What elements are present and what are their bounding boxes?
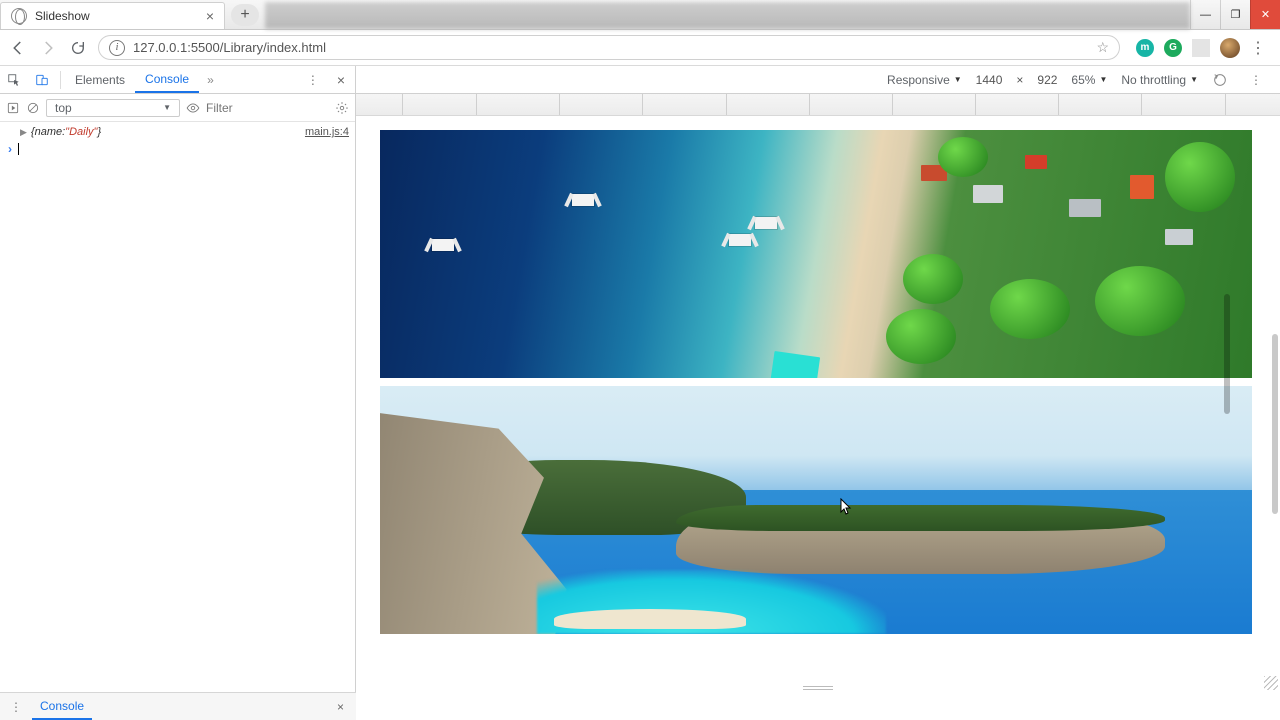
device-select[interactable]: Responsive ▼ [887,73,962,87]
window-titlebar: Slideshow × + — ❐ ✕ [0,0,1280,30]
tabs-overflow-icon[interactable]: » [199,73,222,87]
caret-down-icon: ▼ [954,75,962,84]
console-output[interactable]: ▶ {name: "Daily" } main.js:4 › [0,122,355,692]
drawer-menu-icon[interactable]: ⋮ [0,700,32,714]
play-icon[interactable] [6,101,20,115]
drawer-close-icon[interactable]: × [325,700,356,714]
console-toolbar: top ▼ [0,94,355,122]
console-prompt[interactable]: › [6,142,349,156]
extension-icon-1[interactable]: m [1136,39,1154,57]
context-select[interactable]: top ▼ [46,99,180,117]
device-toggle-icon[interactable] [28,73,56,87]
log-object-value: "Daily" [65,126,97,138]
throttling-select[interactable]: No throttling ▼ [1121,73,1198,87]
back-button[interactable] [8,38,28,58]
expand-triangle-icon[interactable]: ▶ [20,127,27,138]
tab-close-icon[interactable]: × [206,8,214,24]
device-bar-menu-icon[interactable]: ⋮ [1242,73,1270,87]
viewport-scrollbar[interactable] [1272,334,1278,514]
prompt-chevron-icon: › [8,142,12,156]
tab-elements[interactable]: Elements [65,66,135,93]
site-info-icon[interactable]: i [109,40,125,56]
throttling-label: No throttling [1121,73,1186,87]
log-object-suffix: } [97,126,101,138]
console-panel: top ▼ ▶ {name: "Daily" } main.js:4 › [0,94,356,692]
devtools-close-icon[interactable]: × [327,72,355,88]
caret-down-icon: ▼ [1099,75,1107,84]
device-select-label: Responsive [887,73,950,87]
tab-title: Slideshow [35,9,90,23]
url-text: 127.0.0.1:5500/Library/index.html [133,40,326,55]
bookmark-star-icon[interactable]: ☆ [1096,39,1109,56]
caret-down-icon: ▼ [163,103,171,112]
devtools-toolbar: Elements Console » ⋮ × Responsive ▼ 1440… [0,66,1280,94]
globe-icon [11,8,27,24]
inspect-element-icon[interactable] [0,73,28,87]
caret-down-icon: ▼ [1190,75,1198,84]
new-tab-button[interactable]: + [231,4,259,26]
console-drawer: ⋮ Console × [0,692,356,720]
console-log-line[interactable]: ▶ {name: "Daily" } main.js:4 [6,126,349,138]
browser-menu-button[interactable]: ⋮ [1250,38,1266,58]
rotate-icon[interactable] [1212,72,1228,88]
url-input[interactable]: i 127.0.0.1:5500/Library/index.html ☆ [98,35,1120,60]
profile-avatar[interactable] [1220,38,1240,58]
address-bar: i 127.0.0.1:5500/Library/index.html ☆ m … [0,30,1280,66]
extension-icon-2[interactable]: G [1164,39,1182,57]
close-window-button[interactable]: ✕ [1250,0,1280,29]
live-expression-icon[interactable] [186,101,200,115]
window-controls: — ❐ ✕ [1190,0,1280,29]
viewport-height[interactable]: 922 [1037,73,1057,87]
slide-image-1 [380,130,1252,378]
log-object-prefix: {name: [31,126,65,138]
drawer-drag-handle[interactable] [803,686,833,690]
slide-image-2 [380,386,1252,634]
devtools-menu-icon[interactable]: ⋮ [299,73,327,87]
reload-button[interactable] [68,38,88,58]
page-scrollbar[interactable] [1224,294,1230,414]
ruler[interactable] [356,94,1280,116]
device-viewport [356,94,1280,692]
rendered-page[interactable] [380,130,1252,672]
maximize-button[interactable]: ❐ [1220,0,1250,29]
filter-input[interactable] [206,101,246,115]
log-source-link[interactable]: main.js:4 [305,126,349,138]
background-tabs-blurred [265,2,1190,29]
extension-icon-3[interactable] [1192,39,1210,57]
extension-icons: m G ⋮ [1130,38,1272,58]
forward-button[interactable] [38,38,58,58]
text-cursor [18,143,19,155]
zoom-select[interactable]: 65% ▼ [1071,73,1107,87]
viewport-width[interactable]: 1440 [976,73,1003,87]
browser-tab-active[interactable]: Slideshow × [0,2,225,29]
resize-grip-icon[interactable] [1264,676,1278,690]
dimension-x: × [1016,73,1023,87]
tab-console[interactable]: Console [135,66,199,93]
console-settings-icon[interactable] [335,101,349,115]
drawer-tab-console[interactable]: Console [32,693,92,720]
context-label: top [55,101,72,115]
zoom-label: 65% [1071,73,1095,87]
minimize-button[interactable]: — [1190,0,1220,29]
clear-console-icon[interactable] [26,101,40,115]
